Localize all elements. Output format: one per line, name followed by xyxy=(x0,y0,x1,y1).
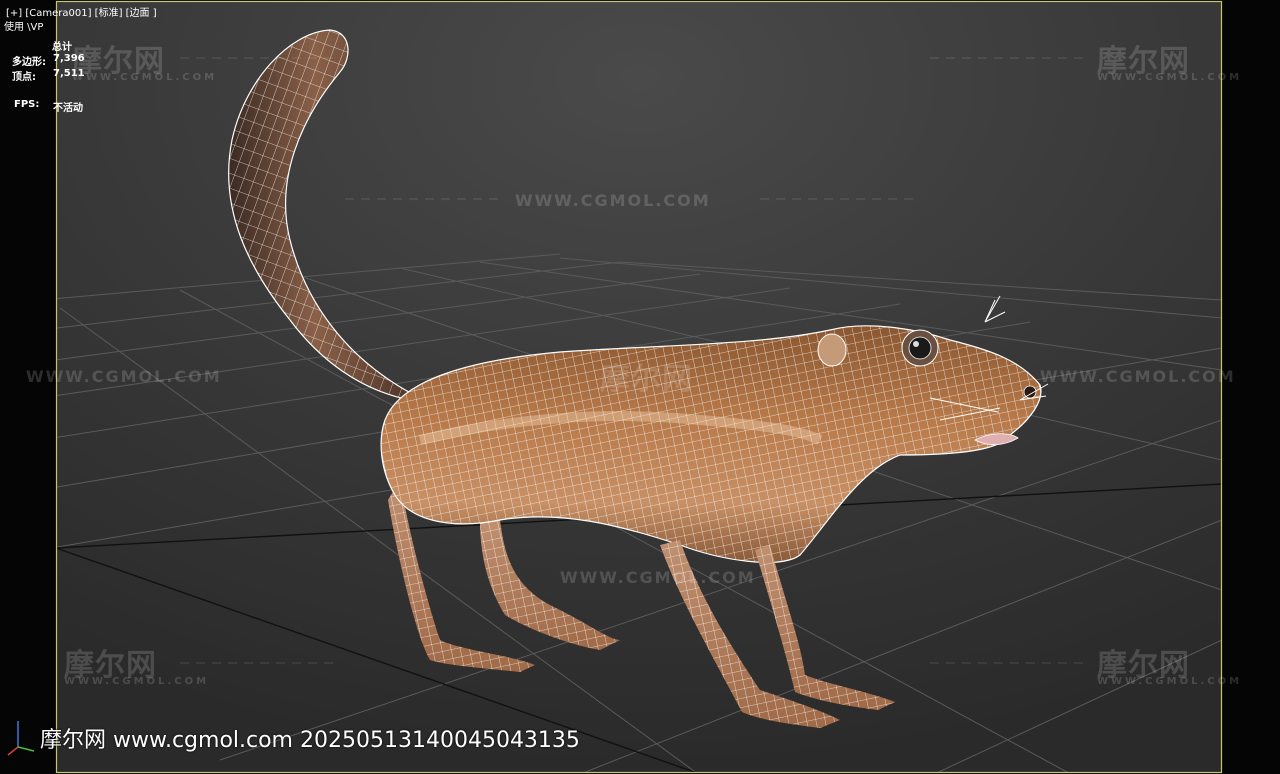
fps-value: 不活动 xyxy=(53,103,83,114)
bottom-caption: 摩尔网 www.cgmol.com 20250513140045043135 xyxy=(40,728,580,753)
stats-header: 总计 xyxy=(52,42,72,53)
fps-label: FPS: xyxy=(14,99,40,110)
watermark-logo: 摩尔网 xyxy=(600,362,693,397)
watermark-url-small: WWW.CGMOL.COM xyxy=(1097,676,1243,687)
left-panel-strip xyxy=(0,0,56,774)
watermark-url-small: WWW.CGMOL.COM xyxy=(72,72,218,83)
watermark-url-small: WWW.CGMOL.COM xyxy=(64,676,210,687)
vertices-label: 顶点: xyxy=(12,72,36,83)
watermark-url: WWW.CGMOL.COM xyxy=(560,568,756,587)
watermark-url: WWW.CGMOL.COM xyxy=(26,367,222,386)
watermark-url-small: WWW.CGMOL.COM xyxy=(1097,72,1243,83)
viewport-label-menu[interactable]: [+] [Camera001] [标准] [边面 ] xyxy=(6,8,157,20)
renderer-label: 使用 \VP xyxy=(4,22,44,33)
watermark-url: WWW.CGMOL.COM xyxy=(515,191,711,210)
axis-gizmo-icon xyxy=(7,721,35,756)
watermark-url: WWW.CGMOL.COM xyxy=(1040,367,1236,386)
right-panel-strip xyxy=(1222,0,1280,774)
3d-viewport[interactable]: [+] [Camera001] [标准] [边面 ] 使用 \VP 总计 多边形… xyxy=(0,0,1280,774)
polygons-label: 多边形: xyxy=(12,57,46,68)
